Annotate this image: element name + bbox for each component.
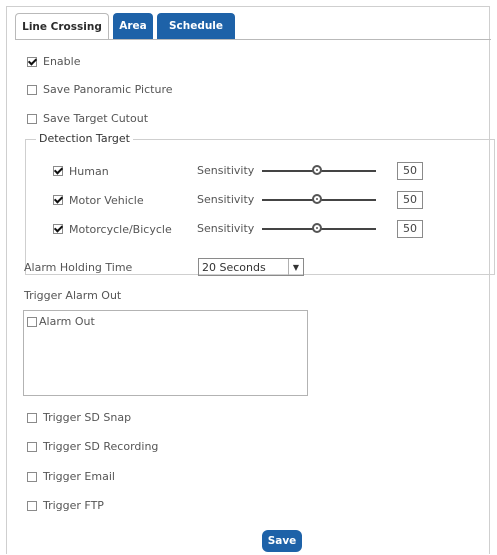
alarm-out-list: Alarm Out: [23, 310, 308, 396]
slider-knob[interactable]: [312, 194, 322, 204]
tab-line-crossing[interactable]: Line Crossing: [15, 13, 109, 40]
slider-knob[interactable]: [312, 165, 322, 175]
enable-checkbox[interactable]: [27, 57, 37, 67]
human-label: Human: [69, 164, 109, 178]
tab-schedule[interactable]: Schedule: [157, 13, 235, 39]
save-target-cutout-option[interactable]: Save Target Cutout: [27, 111, 148, 127]
trigger-email-checkbox[interactable]: [27, 472, 37, 482]
trigger-ftp-checkbox[interactable]: [27, 501, 37, 511]
alarm-out-checkbox[interactable]: [27, 316, 37, 327]
save-target-cutout-checkbox[interactable]: [27, 114, 37, 124]
save-button[interactable]: Save: [262, 530, 302, 552]
motor-vehicle-sensitivity-value[interactable]: 50: [397, 191, 423, 209]
trigger-email-option[interactable]: Trigger Email: [27, 469, 115, 485]
trigger-sd-recording-label: Trigger SD Recording: [43, 440, 159, 453]
motorcycle-bicycle-sensitivity-label: Sensitivity: [197, 222, 255, 235]
human-sensitivity-value[interactable]: 50: [397, 162, 423, 180]
save-panoramic-option[interactable]: Save Panoramic Picture: [27, 82, 173, 98]
alarm-holding-label: Alarm Holding Time: [24, 261, 133, 274]
trigger-sd-recording-checkbox[interactable]: [27, 442, 37, 452]
alarm-holding-select[interactable]: 20 Seconds ▼: [198, 258, 304, 276]
motorcycle-bicycle-checkbox[interactable]: [53, 224, 63, 234]
motorcycle-bicycle-label: Motorcycle/Bicycle: [69, 222, 172, 236]
tab-area[interactable]: Area: [113, 13, 153, 39]
enable-option[interactable]: Enable: [27, 54, 80, 70]
tab-divider: [15, 39, 491, 40]
motor-vehicle-sensitivity-slider[interactable]: [262, 194, 376, 204]
alarm-holding-value: 20 Seconds: [202, 260, 266, 274]
detection-target-title: Detection Target: [36, 132, 133, 146]
motorcycle-bicycle-sensitivity-value[interactable]: 50: [397, 220, 423, 238]
detection-motorcycle-bicycle[interactable]: Motorcycle/Bicycle: [53, 221, 172, 237]
save-panoramic-label: Save Panoramic Picture: [43, 83, 173, 96]
motor-vehicle-label: Motor Vehicle: [69, 193, 144, 207]
human-sensitivity-slider[interactable]: [262, 165, 376, 175]
trigger-sd-recording-option[interactable]: Trigger SD Recording: [27, 439, 158, 455]
human-sensitivity-label: Sensitivity: [197, 164, 255, 177]
human-checkbox[interactable]: [53, 166, 63, 176]
trigger-ftp-option[interactable]: Trigger FTP: [27, 498, 104, 514]
save-target-cutout-label: Save Target Cutout: [43, 112, 149, 125]
detection-human[interactable]: Human: [53, 163, 109, 179]
alarm-out-label: Alarm Out: [39, 315, 95, 328]
motorcycle-bicycle-sensitivity-slider[interactable]: [262, 223, 376, 233]
trigger-alarm-out-label: Trigger Alarm Out: [24, 289, 122, 302]
trigger-sd-snap-option[interactable]: Trigger SD Snap: [27, 410, 131, 426]
motor-vehicle-checkbox[interactable]: [53, 195, 63, 205]
detection-motor-vehicle[interactable]: Motor Vehicle: [53, 192, 144, 208]
trigger-sd-snap-label: Trigger SD Snap: [43, 411, 132, 424]
trigger-email-label: Trigger Email: [43, 470, 115, 483]
slider-knob[interactable]: [312, 223, 322, 233]
trigger-sd-snap-checkbox[interactable]: [27, 413, 37, 423]
motor-vehicle-sensitivity-label: Sensitivity: [197, 193, 255, 206]
trigger-ftp-label: Trigger FTP: [43, 499, 104, 512]
alarm-out-item[interactable]: Alarm Out: [27, 315, 95, 328]
chevron-down-icon[interactable]: ▼: [288, 259, 303, 275]
save-panoramic-checkbox[interactable]: [27, 85, 37, 95]
enable-label: Enable: [43, 55, 81, 68]
